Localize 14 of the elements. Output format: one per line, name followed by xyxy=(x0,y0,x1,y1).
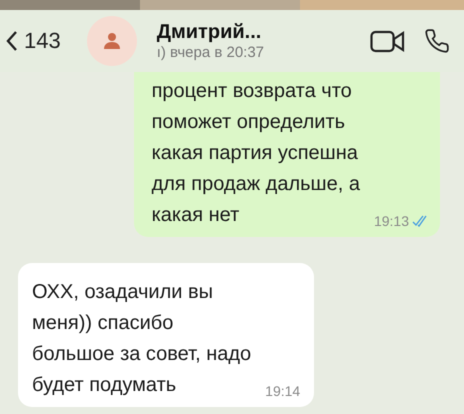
message-time: 19:13 xyxy=(374,213,409,229)
video-camera-icon xyxy=(370,29,406,53)
phone-icon xyxy=(424,28,450,54)
message-text: ОХХ, озадачили вы меня)) спасибо большое за совет, надо будет подумать xyxy=(32,280,252,398)
contact-name: Дмитрий... xyxy=(156,21,262,44)
call-button[interactable] xyxy=(424,28,450,54)
video-call-button[interactable] xyxy=(370,29,406,53)
unread-count: 143 xyxy=(24,28,61,54)
person-icon xyxy=(102,33,121,49)
last-seen: ı) вчера в 20:37 xyxy=(156,44,266,61)
message-time: 19:14 xyxy=(265,383,300,399)
message-text: процент возврата что поможет определить какая партия успешна для продаж дальше, а какая нет xyxy=(152,79,360,228)
back-button[interactable]: 143 xyxy=(6,28,61,54)
back-icon xyxy=(6,30,18,52)
